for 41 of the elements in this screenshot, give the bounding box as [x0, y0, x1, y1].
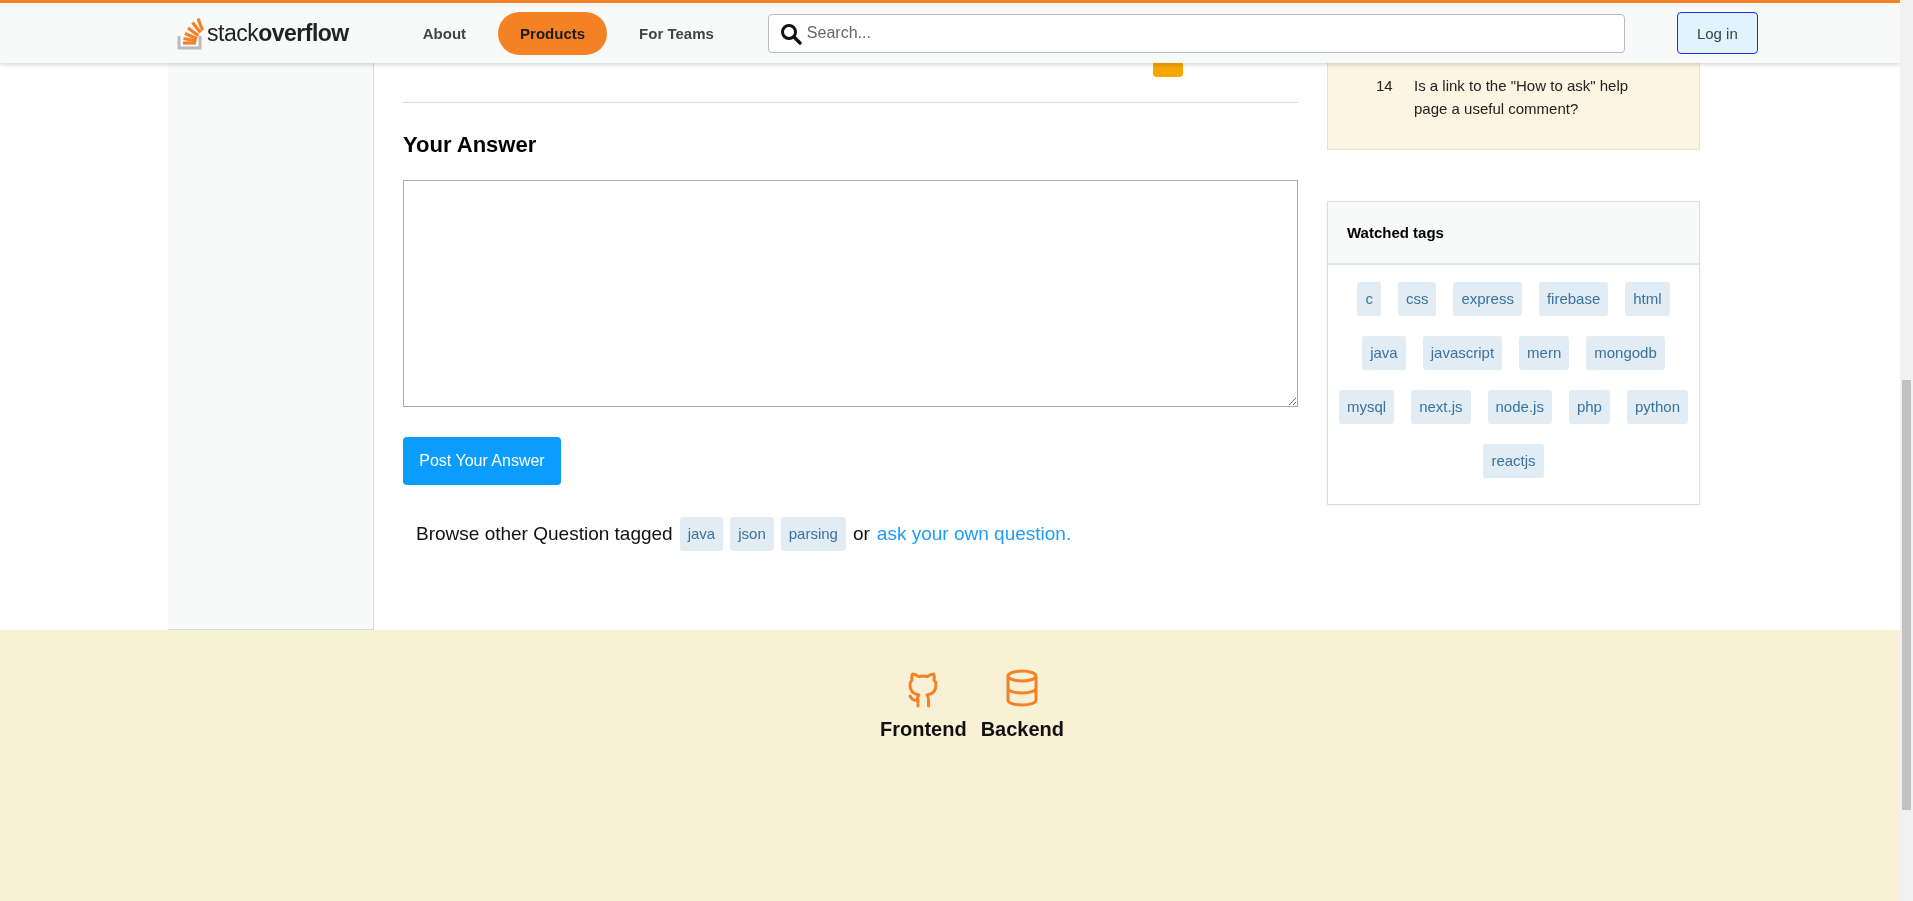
- nav-tab[interactable]: About: [400, 11, 489, 55]
- tag[interactable]: c: [1357, 282, 1381, 316]
- login-button[interactable]: Log in: [1676, 12, 1758, 54]
- tag[interactable]: json: [730, 517, 774, 551]
- tag[interactable]: parsing: [780, 517, 846, 551]
- tag[interactable]: mongodb: [1586, 336, 1665, 370]
- tag[interactable]: mern: [1519, 336, 1570, 370]
- card-title: Watched tags: [1328, 202, 1699, 265]
- section-heading: Your Answer: [403, 132, 538, 158]
- browse-text: Browse other Question tagged: [416, 523, 673, 545]
- tag[interactable]: php: [1568, 390, 1610, 424]
- ask-question-link[interactable]: ask your own question.: [876, 523, 1072, 545]
- footer-link[interactable]: Backend: [980, 668, 1064, 741]
- search-icon: [779, 22, 802, 45]
- logo-wordmark: stackoverflow: [207, 19, 349, 47]
- avatar-icon: [1153, 63, 1183, 77]
- footer-link[interactable]: Frontend: [880, 668, 967, 741]
- tag[interactable]: java: [679, 517, 724, 551]
- vote-count: 14: [1376, 76, 1394, 96]
- logo[interactable]: stackoverflow: [177, 16, 349, 50]
- answer-box[interactable]: [403, 180, 1298, 407]
- tag[interactable]: css: [1397, 282, 1437, 316]
- search-field[interactable]: Search...: [767, 13, 1625, 53]
- tag[interactable]: node.js: [1487, 390, 1552, 424]
- browse-text: or: [852, 523, 870, 545]
- post-answer-button[interactable]: Post Your Answer: [403, 437, 561, 485]
- tag[interactable]: java: [1362, 336, 1406, 370]
- nav-tab[interactable]: For Teams: [617, 11, 736, 55]
- tag[interactable]: firebase: [1538, 282, 1609, 316]
- tag[interactable]: next.js: [1411, 390, 1471, 424]
- nav-tab[interactable]: Products: [498, 11, 608, 55]
- tag[interactable]: javascript: [1422, 336, 1503, 370]
- database-icon: [1004, 668, 1041, 708]
- tag[interactable]: reactjs: [1483, 444, 1544, 478]
- scrollbar-thumb[interactable]: [1902, 380, 1911, 810]
- meta-question-link[interactable]: Is a link to the "How to ask" help page a useful comment?: [1414, 75, 1654, 149]
- tag[interactable]: express: [1453, 282, 1522, 316]
- logo-icon: [177, 16, 205, 50]
- tag[interactable]: mysql: [1339, 390, 1395, 424]
- tag[interactable]: python: [1626, 390, 1688, 424]
- tag[interactable]: html: [1625, 282, 1670, 316]
